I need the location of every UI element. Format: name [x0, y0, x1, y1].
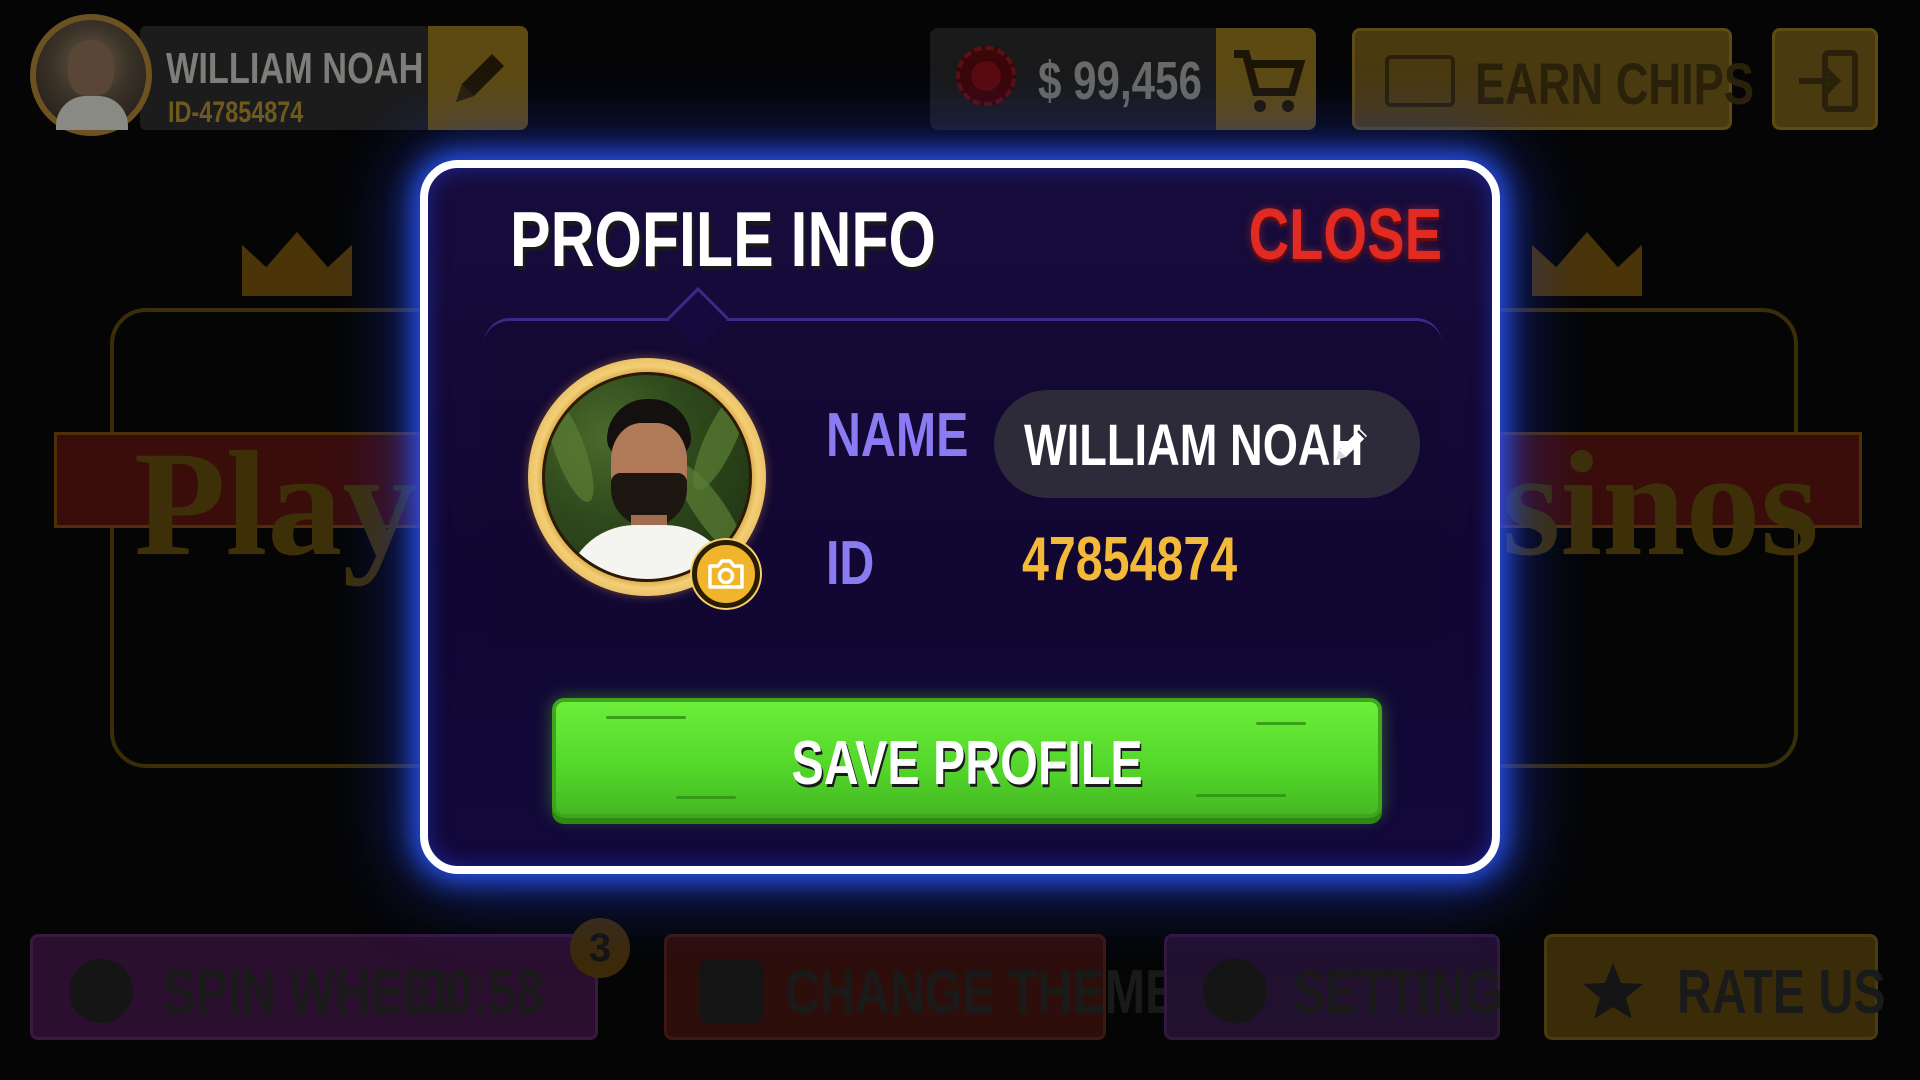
spin-wheel-icon [69, 959, 133, 1023]
id-value: 47854874 [1022, 525, 1238, 594]
exit-button[interactable] [1772, 28, 1878, 130]
exit-icon [1799, 50, 1858, 112]
rate-us-button[interactable]: RATE US [1544, 934, 1886, 1040]
game-logo-left: Play [134, 421, 418, 587]
star-icon [1583, 963, 1643, 1019]
game-logo-right: sinos [1502, 421, 1819, 587]
profile-info-dialog: PROFILE INFO CLOSE NAME WILLIAM NOAH ID [420, 160, 1500, 874]
rate-us-label: RATE US [1677, 958, 1886, 1027]
change-photo-button[interactable] [692, 540, 760, 608]
save-profile-label: SAVE PROFILE [791, 729, 1143, 798]
save-profile-button[interactable]: SAVE PROFILE [552, 698, 1382, 818]
spin-wheel-timer: 00:58 [419, 958, 543, 1027]
gear-icon [1203, 959, 1267, 1023]
clapperboard-icon [1385, 55, 1455, 107]
dialog-title: PROFILE INFO [510, 195, 936, 283]
shop-cart-button[interactable] [1216, 28, 1316, 130]
spin-count-badge: 3 [570, 918, 630, 978]
name-label: NAME [826, 401, 969, 470]
id-label: ID [826, 529, 875, 598]
hud-edit-button[interactable] [428, 26, 528, 130]
edit-pencil-icon [456, 54, 504, 102]
paint-bucket-icon [699, 959, 763, 1023]
hud-chips-display: $ 99,456 [930, 28, 1316, 130]
crown-decoration [1532, 232, 1642, 296]
poker-chip-icon [956, 46, 1016, 106]
hud-profile-card: WILLIAM NOAH ID-47854874 [30, 14, 528, 136]
hud-player-id: ID-47854874 [168, 96, 304, 129]
name-field[interactable]: WILLIAM NOAH [994, 390, 1420, 498]
name-value: WILLIAM NOAH [1024, 413, 1364, 478]
cart-icon [1234, 50, 1306, 112]
change-theme-button[interactable]: CHANGE THEME [664, 934, 1177, 1040]
setting-button[interactable]: SETTING [1164, 934, 1503, 1040]
hud-avatar [30, 14, 152, 136]
camera-icon [708, 559, 744, 589]
close-button[interactable]: CLOSE [1194, 194, 1442, 276]
earn-chips-button[interactable]: EARN CHIPS [1352, 28, 1754, 130]
setting-label: SETTING [1293, 958, 1503, 1027]
crown-decoration [242, 232, 352, 296]
edit-pencil-icon[interactable] [1328, 420, 1376, 468]
spin-wheel-button[interactable]: SPIN WHEEL 00:58 [30, 934, 598, 1040]
